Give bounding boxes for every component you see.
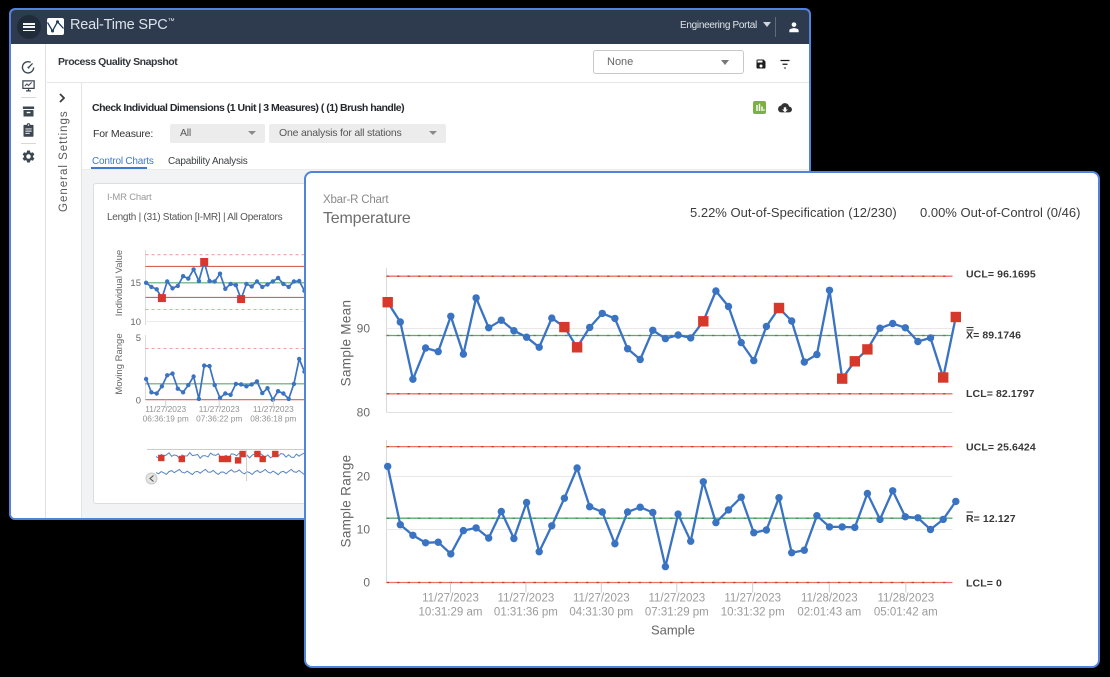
- svg-text:11/27/2023: 11/27/2023: [145, 404, 186, 414]
- svg-text:Sample Range: Sample Range: [339, 455, 354, 548]
- svg-text:08:36:18 pm: 08:36:18 pm: [250, 414, 296, 424]
- svg-text:LCL= 0: LCL= 0: [966, 578, 1002, 590]
- svg-text:11/28/2023: 11/28/2023: [801, 593, 858, 605]
- svg-text:R= 12.127: R= 12.127: [966, 513, 1016, 525]
- svg-text:X= 89.1746: X= 89.1746: [966, 330, 1021, 342]
- svg-text:Moving Range: Moving Range: [114, 333, 125, 394]
- svg-text:Individual Value: Individual Value: [114, 250, 125, 316]
- svg-text:11/27/2023: 11/27/2023: [648, 593, 705, 605]
- svg-text:11/27/2023: 11/27/2023: [253, 404, 294, 414]
- svg-text:I-MR Chart: I-MR Chart: [107, 192, 152, 203]
- svg-text:06:36:19 pm: 06:36:19 pm: [143, 414, 189, 424]
- svg-text:11/27/2023: 11/27/2023: [422, 593, 479, 605]
- svg-text:10: 10: [130, 317, 141, 328]
- svg-text:0: 0: [363, 576, 370, 590]
- svg-text:Length | (31) Station [I-MR] |: Length | (31) Station [I-MR] | All Opera…: [107, 212, 283, 223]
- svg-text:LCL= 82.1797: LCL= 82.1797: [966, 388, 1035, 400]
- svg-text:10:31:32 pm: 10:31:32 pm: [721, 607, 785, 619]
- svg-text:10:31:29 am: 10:31:29 am: [419, 607, 483, 619]
- svg-text:80: 80: [357, 406, 371, 420]
- svg-text:11/27/2023: 11/27/2023: [724, 593, 781, 605]
- svg-text:5: 5: [136, 333, 141, 344]
- svg-text:02:01:43 am: 02:01:43 am: [797, 607, 861, 619]
- svg-text:04:31:30 pm: 04:31:30 pm: [569, 607, 633, 619]
- svg-text:01:31:36 pm: 01:31:36 pm: [494, 607, 558, 619]
- svg-text:20: 20: [357, 470, 371, 484]
- svg-text:UCL= 96.1695: UCL= 96.1695: [966, 269, 1036, 281]
- svg-text:Sample: Sample: [651, 623, 695, 638]
- svg-text:07:36:22 pm: 07:36:22 pm: [196, 414, 242, 424]
- svg-text:11/27/2023: 11/27/2023: [199, 404, 240, 414]
- svg-text:90: 90: [357, 322, 371, 336]
- svg-text:11/27/2023: 11/27/2023: [573, 593, 630, 605]
- svg-text:Sample Mean: Sample Mean: [339, 300, 354, 387]
- svg-text:0: 0: [136, 396, 141, 407]
- svg-text:05:01:42 am: 05:01:42 am: [874, 607, 938, 619]
- svg-text:15: 15: [130, 278, 141, 289]
- svg-text:11/27/2023: 11/27/2023: [498, 593, 555, 605]
- svg-text:10: 10: [357, 523, 371, 537]
- svg-text:07:31:29 pm: 07:31:29 pm: [645, 607, 709, 619]
- svg-text:11/28/2023: 11/28/2023: [877, 593, 934, 605]
- svg-text:UCL= 25.6424: UCL= 25.6424: [966, 442, 1036, 454]
